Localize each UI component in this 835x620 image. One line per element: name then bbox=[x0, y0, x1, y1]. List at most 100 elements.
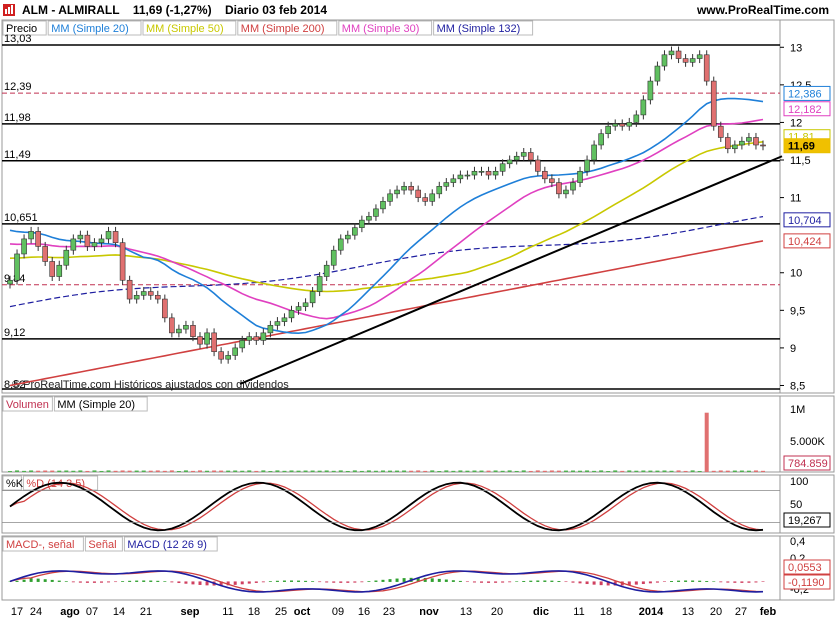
volume-bar bbox=[99, 470, 104, 472]
macd-hist-bar bbox=[677, 580, 681, 582]
volume-bar bbox=[613, 470, 618, 472]
macd-hist-bar bbox=[529, 580, 533, 582]
volume-bar bbox=[317, 470, 322, 472]
y-tick-label: 11,5 bbox=[790, 155, 811, 167]
candle bbox=[753, 137, 759, 146]
x-tick-label: 07 bbox=[86, 606, 98, 618]
volume-bar bbox=[423, 470, 428, 472]
macd-hist-bar bbox=[550, 580, 554, 582]
legend-1: MM (Simple 20) bbox=[51, 23, 129, 35]
volume-bar bbox=[578, 470, 583, 472]
candle bbox=[471, 170, 478, 176]
volume-bar bbox=[669, 470, 674, 472]
candle bbox=[436, 186, 443, 195]
macd-hist-bar bbox=[458, 580, 462, 582]
candle bbox=[133, 294, 140, 300]
volume-bar bbox=[409, 470, 414, 472]
macd-hist-bar bbox=[754, 581, 758, 583]
x-tick-label: nov bbox=[419, 606, 439, 618]
volume-bar bbox=[683, 470, 688, 472]
volume-bar bbox=[437, 471, 442, 472]
volume-bar bbox=[585, 470, 590, 472]
macd-hist-bar bbox=[114, 581, 118, 583]
x-tick-label: 17 bbox=[11, 606, 23, 618]
candle bbox=[225, 355, 231, 360]
candle bbox=[478, 170, 485, 173]
volume-bar bbox=[570, 470, 575, 472]
volume-bar bbox=[732, 470, 737, 472]
volume-bar bbox=[599, 470, 604, 472]
macd-hist-bar bbox=[15, 580, 19, 582]
macd-hist-bar bbox=[135, 580, 139, 582]
candle bbox=[732, 144, 738, 150]
volume-bar bbox=[15, 470, 20, 472]
candle bbox=[344, 234, 351, 240]
x-tick-label: sep bbox=[181, 606, 200, 618]
candle bbox=[710, 80, 717, 127]
macd-hist-bar bbox=[163, 581, 167, 582]
volume-bar bbox=[451, 470, 456, 472]
volume-bar bbox=[78, 470, 83, 472]
value-badge-label: 11,69 bbox=[788, 141, 815, 153]
volume-bar bbox=[176, 471, 181, 472]
volume-bar bbox=[416, 470, 421, 472]
volume-bar bbox=[563, 470, 568, 472]
volume-bar bbox=[402, 470, 407, 472]
volume-y-tick: 5.000K bbox=[790, 436, 826, 448]
volume-bar bbox=[8, 471, 12, 472]
volume-bar bbox=[359, 470, 364, 472]
candle bbox=[457, 174, 464, 180]
volume-bar bbox=[606, 471, 611, 472]
macd-hist-bar bbox=[564, 581, 568, 583]
stoch-y-tick: 50 bbox=[790, 499, 802, 511]
legend-2: MM (Simple 50) bbox=[146, 23, 224, 35]
candle bbox=[7, 279, 13, 285]
macd-hist-bar bbox=[670, 580, 674, 582]
candle bbox=[443, 182, 450, 187]
volume-bar bbox=[219, 470, 224, 472]
volume-bar bbox=[134, 470, 139, 472]
volume-bar bbox=[57, 470, 62, 472]
volume-bar bbox=[282, 470, 287, 472]
volume-legend-0: Volumen bbox=[6, 399, 49, 411]
candle bbox=[373, 208, 379, 217]
candle bbox=[352, 227, 358, 236]
macd-hist-bar bbox=[85, 581, 89, 583]
macd-hist-bar bbox=[381, 579, 385, 582]
candle bbox=[260, 332, 267, 341]
volume-bar bbox=[162, 470, 167, 472]
x-tick-label: 21 bbox=[140, 606, 152, 618]
candle bbox=[197, 336, 203, 345]
candle bbox=[401, 186, 407, 191]
value-badge-label: 10,704 bbox=[788, 215, 822, 227]
macd-hist-bar bbox=[332, 581, 336, 583]
candle bbox=[267, 325, 274, 334]
legend-3: MM (Simple 200) bbox=[241, 23, 325, 35]
candle bbox=[190, 325, 196, 337]
macd-hist-bar bbox=[282, 580, 286, 582]
volume-bar bbox=[697, 470, 702, 472]
candle bbox=[499, 163, 506, 172]
volume-bar bbox=[212, 470, 217, 472]
y-tick-label: 13 bbox=[790, 42, 802, 54]
macd-hist-bar bbox=[191, 581, 195, 585]
volume-bar bbox=[141, 470, 146, 472]
macd-hist-bar bbox=[662, 581, 666, 583]
candle bbox=[246, 336, 253, 341]
legend-4: MM (Simple 30) bbox=[342, 23, 420, 35]
chart-canvas[interactable]: Precio MM (Simple 20) MM (Simple 50) MM (Si… bbox=[0, 0, 835, 620]
candle bbox=[70, 238, 77, 251]
level-label: 9,12 bbox=[4, 327, 25, 339]
macd-hist-bar bbox=[268, 581, 272, 582]
y-tick-label: 11 bbox=[790, 193, 801, 205]
x-tick-label: 23 bbox=[383, 606, 395, 618]
volume-bar bbox=[205, 470, 210, 472]
volume-bar bbox=[620, 470, 625, 472]
macd-hist-bar bbox=[339, 581, 343, 583]
volume-bar bbox=[500, 470, 505, 472]
candle bbox=[56, 264, 63, 277]
macd-hist-bar bbox=[170, 581, 174, 583]
macd-hist-bar bbox=[684, 580, 688, 582]
volume-bar bbox=[183, 470, 188, 472]
macd-hist-bar bbox=[184, 581, 188, 584]
